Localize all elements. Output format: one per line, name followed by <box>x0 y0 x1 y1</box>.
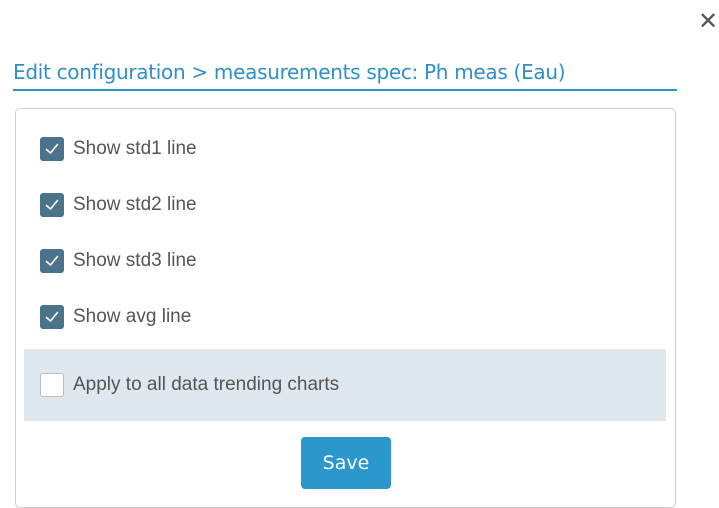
option-label: Show avg line <box>73 306 192 327</box>
save-button[interactable]: Save <box>301 437 391 489</box>
option-show-std3-line[interactable]: Show std3 line <box>40 247 197 275</box>
checkbox-std1[interactable] <box>40 137 64 161</box>
checkbox-std3[interactable] <box>40 249 64 273</box>
checkmark-icon <box>45 255 59 266</box>
checkmark-icon <box>45 199 59 210</box>
breadcrumb: Edit configuration > measurements spec: … <box>13 57 677 91</box>
option-label: Apply to all data trending charts <box>73 374 340 395</box>
option-show-std2-line[interactable]: Show std2 line <box>40 191 197 219</box>
options-panel: Show std1 line Show std2 line Show std3 … <box>15 108 676 508</box>
option-show-avg-line[interactable]: Show avg line <box>40 303 191 331</box>
option-show-std1-line[interactable]: Show std1 line <box>40 135 197 163</box>
checkmark-icon <box>45 311 59 322</box>
option-label: Show std1 line <box>73 138 197 159</box>
close-icon[interactable]: ✕ <box>697 8 719 34</box>
option-label: Show std2 line <box>73 194 197 215</box>
checkbox-std2[interactable] <box>40 193 64 217</box>
checkbox-apply-all[interactable] <box>40 373 64 397</box>
option-apply-all-charts[interactable]: Apply to all data trending charts <box>40 371 339 399</box>
option-label: Show std3 line <box>73 250 197 271</box>
apply-all-row: Apply to all data trending charts <box>24 349 666 421</box>
checkmark-icon <box>45 143 59 154</box>
checkbox-avg[interactable] <box>40 305 64 329</box>
